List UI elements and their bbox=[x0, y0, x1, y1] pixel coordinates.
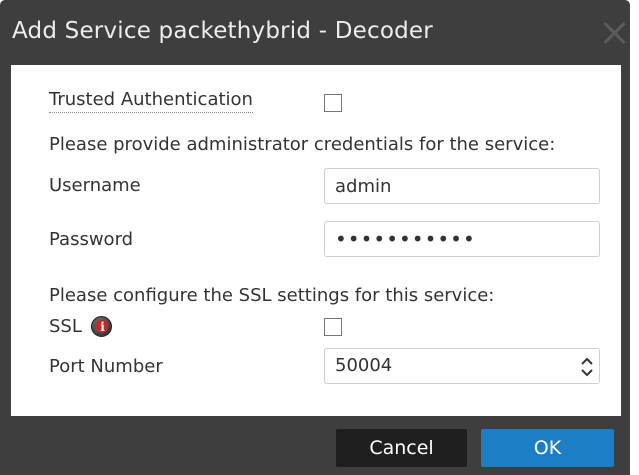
port-number-input[interactable]: 50004 bbox=[324, 348, 600, 384]
ssl-prompt: Please configure the SSL settings for th… bbox=[49, 285, 495, 306]
username-input[interactable] bbox=[324, 168, 600, 204]
trusted-authentication-label: Trusted Authentication bbox=[49, 89, 253, 113]
form-panel: Trusted Authentication Please provide ad… bbox=[11, 65, 621, 416]
password-input[interactable]: ••••••••••• bbox=[324, 221, 600, 257]
info-icon[interactable] bbox=[91, 316, 113, 338]
trusted-authentication-checkbox[interactable] bbox=[324, 94, 342, 112]
cancel-button[interactable]: Cancel bbox=[336, 429, 467, 467]
username-label: Username bbox=[49, 175, 141, 196]
close-icon[interactable] bbox=[601, 20, 629, 48]
stepper-icon[interactable] bbox=[580, 356, 594, 378]
password-label: Password bbox=[49, 229, 134, 250]
dialog-title: Add Service packethybrid - Decoder bbox=[12, 18, 433, 44]
port-number-value: 50004 bbox=[335, 355, 393, 376]
port-number-label: Port Number bbox=[49, 356, 163, 377]
ok-button[interactable]: OK bbox=[481, 429, 614, 467]
add-service-dialog: Add Service packethybrid - Decoder Trust… bbox=[0, 0, 630, 475]
ssl-label: SSL bbox=[49, 316, 82, 337]
ssl-checkbox[interactable] bbox=[324, 318, 342, 336]
credentials-prompt: Please provide administrator credentials… bbox=[49, 134, 556, 155]
